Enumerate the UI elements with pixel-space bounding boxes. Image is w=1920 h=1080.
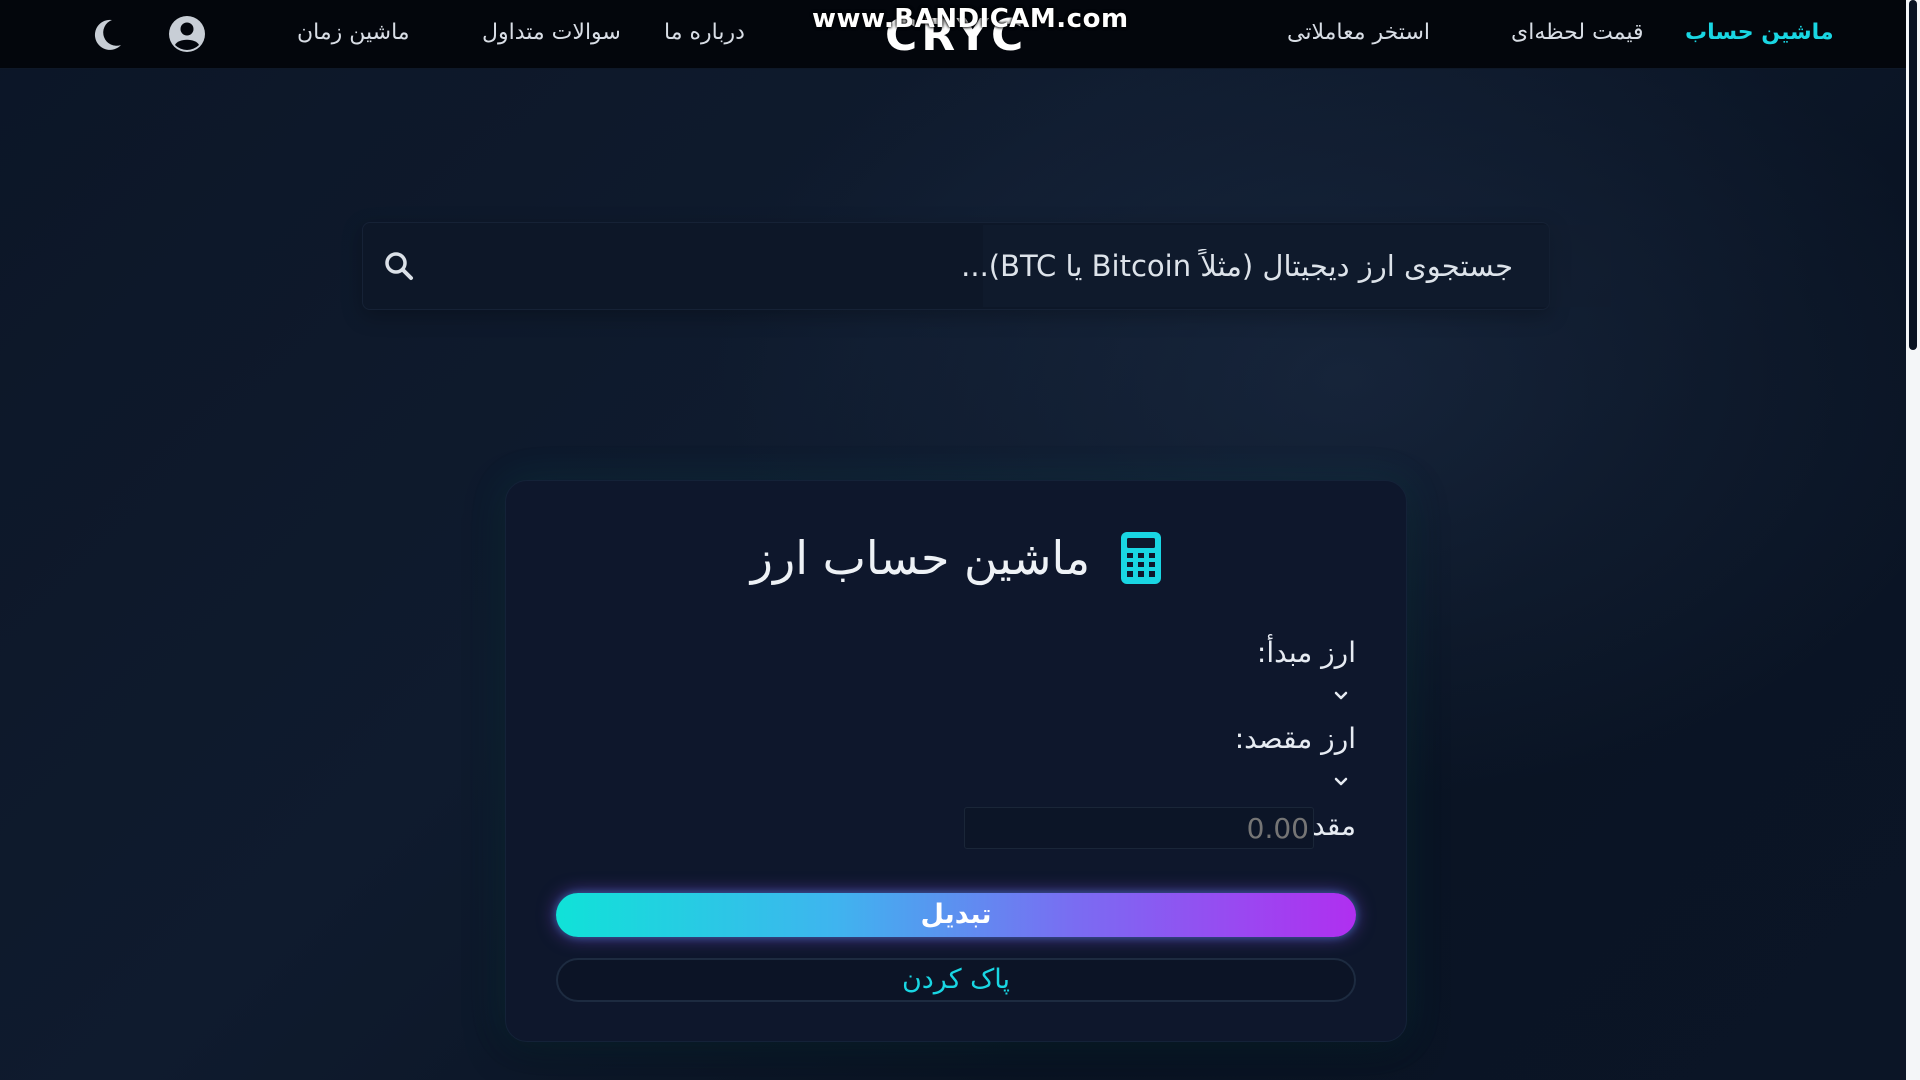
nav-item-trading-pool[interactable]: استخر معاملاتی [1287, 20, 1430, 45]
navbar: ماشین زمان سوالات متداول درباره ما CRYC … [0, 0, 1906, 69]
card-header: ماشین حساب ارز [506, 531, 1406, 585]
target-currency-select[interactable] [1326, 767, 1356, 797]
clear-button[interactable]: پاک کردن [556, 958, 1356, 1002]
chevron-down-icon [1334, 691, 1348, 700]
nav-item-live-price[interactable]: قیمت لحظه‌ای [1511, 20, 1644, 45]
nav-item-calculator[interactable]: ماشین حساب [1685, 20, 1834, 45]
search-box [362, 222, 1611, 310]
page: ماشین زمان سوالات متداول درباره ما CRYC … [0, 0, 1920, 1080]
user-icon[interactable] [167, 14, 207, 54]
source-currency-select[interactable] [1326, 681, 1356, 711]
amount-input[interactable] [964, 807, 1314, 849]
scrollbar[interactable] [1906, 0, 1920, 1080]
convert-button[interactable]: تبدیل [556, 893, 1356, 937]
card-title: ماشین حساب ارز [750, 531, 1091, 585]
target-currency-label: ارز مقصد: [1234, 722, 1356, 755]
calculator-icon [1121, 532, 1162, 584]
scrollbar-thumb[interactable] [1909, 0, 1917, 350]
watermark: www.BANDICAM.com [812, 4, 1129, 34]
nav-item-about[interactable]: درباره ما [664, 20, 745, 45]
search-icon[interactable] [383, 250, 415, 282]
search-input[interactable] [433, 223, 1513, 309]
chevron-down-icon [1334, 777, 1348, 786]
source-currency-label: ارز مبدأ: [1256, 636, 1356, 669]
nav-item-faq[interactable]: سوالات متداول [482, 20, 621, 45]
moon-icon[interactable] [88, 14, 128, 54]
nav-item-time-machine[interactable]: ماشین زمان [297, 20, 410, 45]
converter-card: ماشین حساب ارز ارز مبدأ: ارز مقصد: مقدار… [505, 480, 1407, 1042]
